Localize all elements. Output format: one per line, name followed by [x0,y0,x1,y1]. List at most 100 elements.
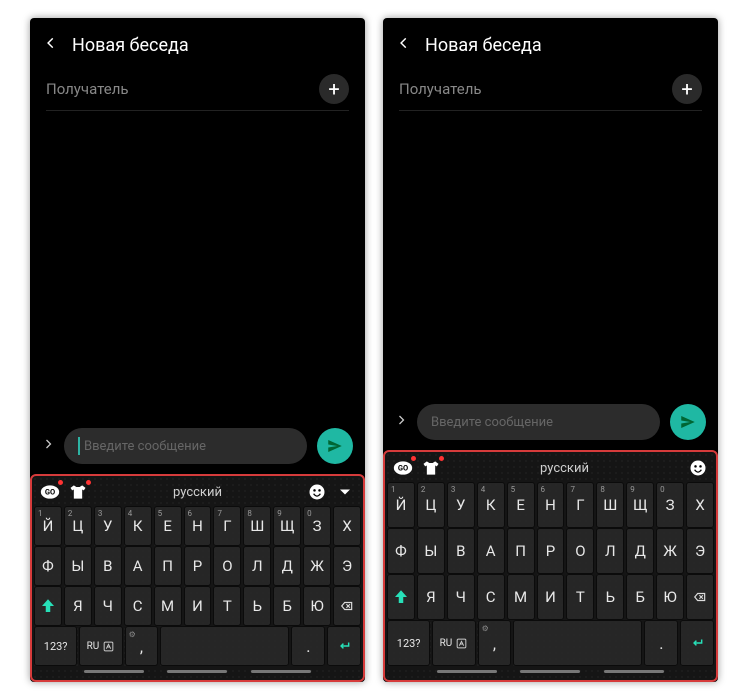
tshirt-icon[interactable] [421,458,441,478]
key-В[interactable]: В [447,528,475,574]
key-И[interactable]: И [537,574,565,620]
key-Т[interactable]: Т [213,586,241,626]
key-У[interactable]: У3 [447,482,475,528]
key-П[interactable]: П [507,528,535,574]
key-Н[interactable]: Н6 [184,506,212,546]
recipient-placeholder[interactable]: Получатель [399,80,482,98]
add-recipient-button[interactable]: + [672,74,702,104]
expand-icon[interactable] [42,435,54,457]
message-input[interactable]: Введите сообщение [417,404,660,440]
key-Я[interactable]: Я [417,574,445,620]
tshirt-icon[interactable] [68,482,88,502]
key-Л[interactable]: Л [596,528,624,574]
key-RU[interactable]: RU [79,626,122,666]
key-Ш[interactable]: Ш8 [596,482,624,528]
key-А[interactable]: А [477,528,505,574]
key-space[interactable] [160,626,289,666]
nav-home[interactable] [167,670,227,673]
key-Е[interactable]: Е5 [507,482,535,528]
key-Ф[interactable]: Ф [387,528,415,574]
add-recipient-button[interactable]: + [319,74,349,104]
key-М[interactable]: М [507,574,535,620]
collapse-keyboard-icon[interactable] [335,482,355,502]
key-И[interactable]: И [184,586,212,626]
expand-icon[interactable] [395,411,407,433]
key-Ж[interactable]: Ж [656,528,684,574]
key-Д[interactable]: Д [626,528,654,574]
bksp-key[interactable] [333,586,361,626]
key-Ю[interactable]: Ю [656,574,684,620]
key-Н[interactable]: Н6 [537,482,565,528]
key-Э[interactable]: Э [333,546,361,586]
key-А[interactable]: А [124,546,152,586]
key-Х[interactable]: Х [686,482,714,528]
key-Ц[interactable]: Ц2 [64,506,92,546]
key-Г[interactable]: Г7 [566,482,594,528]
keyboard-language-label[interactable]: русский [449,461,680,476]
key-Г[interactable]: Г7 [213,506,241,546]
key-Т[interactable]: Т [566,574,594,620]
key-Щ[interactable]: Щ9 [273,506,301,546]
key-123?[interactable]: 123? [387,620,430,666]
key-К[interactable]: К4 [124,506,152,546]
key-Щ[interactable]: Щ9 [626,482,654,528]
key-Ф[interactable]: Ф [34,546,62,586]
key-,[interactable]: ,⚙ [125,626,159,666]
key-М[interactable]: М [154,586,182,626]
key-Е[interactable]: Е5 [154,506,182,546]
key-Ч[interactable]: Ч [94,586,122,626]
nav-recent[interactable] [604,670,664,673]
key-,[interactable]: ,⚙ [478,620,512,666]
key-.[interactable]: . [644,620,678,666]
key-С[interactable]: С [124,586,152,626]
key-.[interactable]: . [291,626,325,666]
key-Ь[interactable]: Ь [596,574,624,620]
nav-home[interactable] [520,670,580,673]
key-Р[interactable]: Р [184,546,212,586]
key-Д[interactable]: Д [273,546,301,586]
nav-back[interactable] [84,670,144,673]
keyboard-language-label[interactable]: русский [96,485,299,500]
key-Ы[interactable]: Ы [417,528,445,574]
recipient-placeholder[interactable]: Получатель [46,80,129,98]
nav-recent[interactable] [251,670,311,673]
enter-key[interactable] [327,626,361,666]
key-Р[interactable]: Р [537,528,565,574]
key-Ч[interactable]: Ч [447,574,475,620]
key-С[interactable]: С [477,574,505,620]
key-Э[interactable]: Э [686,528,714,574]
key-В[interactable]: В [94,546,122,586]
go-icon[interactable]: GO [40,482,60,502]
key-Ы[interactable]: Ы [64,546,92,586]
back-icon[interactable] [44,32,58,58]
key-Б[interactable]: Б [273,586,301,626]
send-button[interactable] [317,428,353,464]
key-123?[interactable]: 123? [34,626,77,666]
key-Ж[interactable]: Ж [303,546,331,586]
nav-back[interactable] [437,670,497,673]
key-Ш[interactable]: Ш8 [243,506,271,546]
emoji-icon[interactable] [688,458,708,478]
key-Ю[interactable]: Ю [303,586,331,626]
key-Б[interactable]: Б [626,574,654,620]
message-input[interactable]: Введите сообщение [64,428,307,464]
key-Ц[interactable]: Ц2 [417,482,445,528]
key-О[interactable]: О [213,546,241,586]
key-О[interactable]: О [566,528,594,574]
key-З[interactable]: З0 [656,482,684,528]
go-icon[interactable]: GO [393,458,413,478]
key-Ь[interactable]: Ь [243,586,271,626]
shift-key[interactable] [34,586,62,626]
key-Я[interactable]: Я [64,586,92,626]
key-Х[interactable]: Х [333,506,361,546]
key-З[interactable]: З0 [303,506,331,546]
key-Л[interactable]: Л [243,546,271,586]
key-RU[interactable]: RU [432,620,475,666]
key-П[interactable]: П [154,546,182,586]
shift-key[interactable] [387,574,415,620]
key-Й[interactable]: Й1 [387,482,415,528]
key-space[interactable] [513,620,642,666]
enter-key[interactable] [680,620,714,666]
key-У[interactable]: У3 [94,506,122,546]
key-К[interactable]: К4 [477,482,505,528]
